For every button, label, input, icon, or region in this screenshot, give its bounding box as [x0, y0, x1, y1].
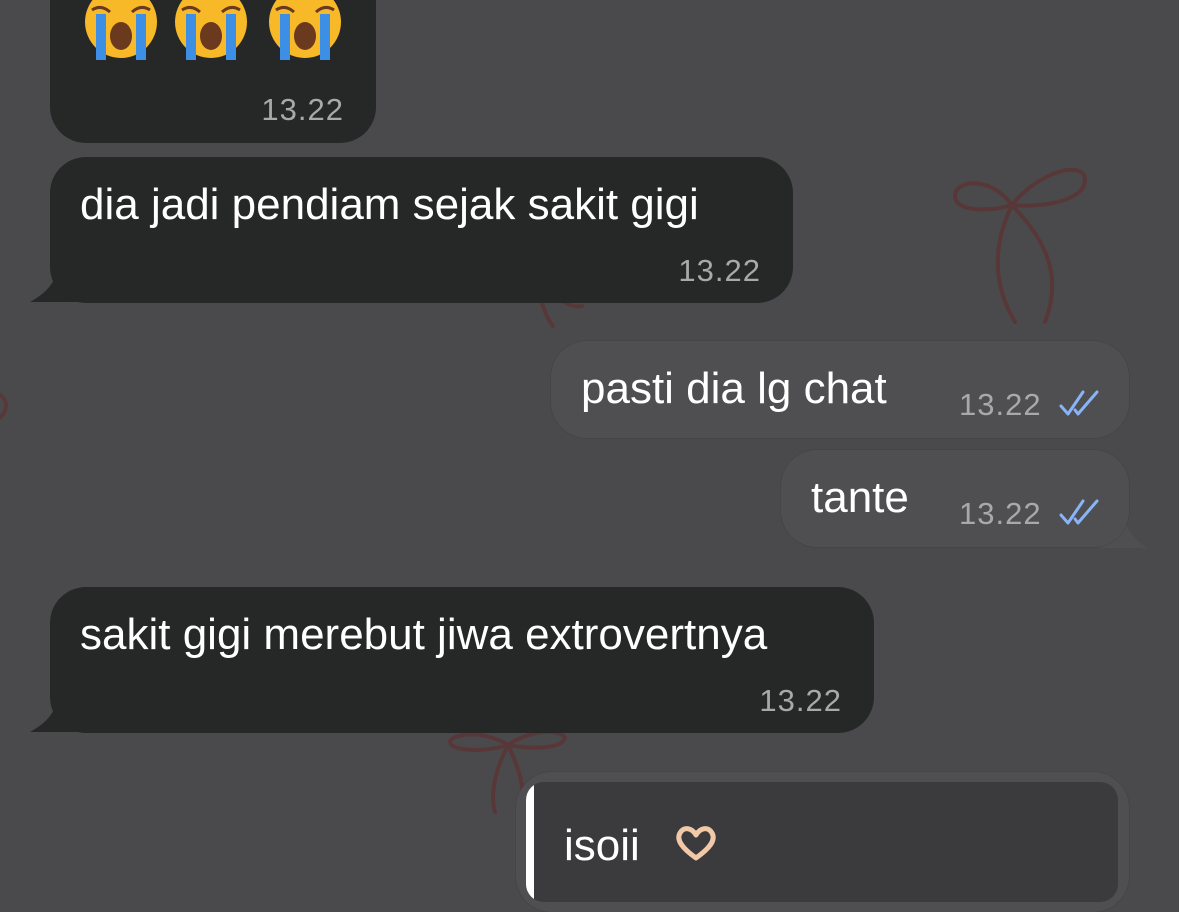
- message-timestamp: 13.22: [261, 92, 344, 127]
- heart-hands-icon: [676, 826, 716, 861]
- message-text: dia jadi pendiam sejak sakit gigi: [80, 180, 699, 229]
- loudly-crying-face-icon: [85, 0, 157, 60]
- incoming-message-bubble[interactable]: dia jadi pendiam sejak sakit gigi 13.22: [50, 157, 793, 303]
- reply-quote-block[interactable]: isoii: [526, 782, 1118, 902]
- reply-quote-bar: [526, 782, 534, 902]
- message-text: tante: [811, 473, 909, 522]
- outgoing-message-bubble[interactable]: pasti dia lg chat 13.22: [551, 341, 1129, 438]
- outgoing-message-bubble[interactable]: tante 13.22: [781, 450, 1129, 547]
- reply-quote-text: isoii: [564, 821, 640, 870]
- message-text: pasti dia lg chat: [581, 364, 887, 413]
- bow-decoration: [0, 393, 8, 420]
- loudly-crying-face-icon: [175, 0, 247, 60]
- loudly-crying-face-icon: [269, 0, 341, 60]
- incoming-message-bubble[interactable]: sakit gigi merebut jiwa extrovertnya 13.…: [50, 587, 874, 733]
- message-timestamp: 13.22: [959, 387, 1042, 422]
- bow-decoration: [952, 167, 1088, 324]
- message-text: sakit gigi merebut jiwa extrovertnya: [80, 610, 768, 659]
- read-double-check-icon: [1059, 390, 1099, 416]
- message-timestamp: 13.22: [959, 496, 1042, 531]
- read-double-check-icon: [1059, 499, 1099, 525]
- message-timestamp: 13.22: [759, 683, 842, 718]
- outgoing-message-bubble[interactable]: isoii: [516, 772, 1129, 912]
- incoming-message-bubble[interactable]: 13.22: [50, 0, 376, 143]
- message-timestamp: 13.22: [678, 253, 761, 288]
